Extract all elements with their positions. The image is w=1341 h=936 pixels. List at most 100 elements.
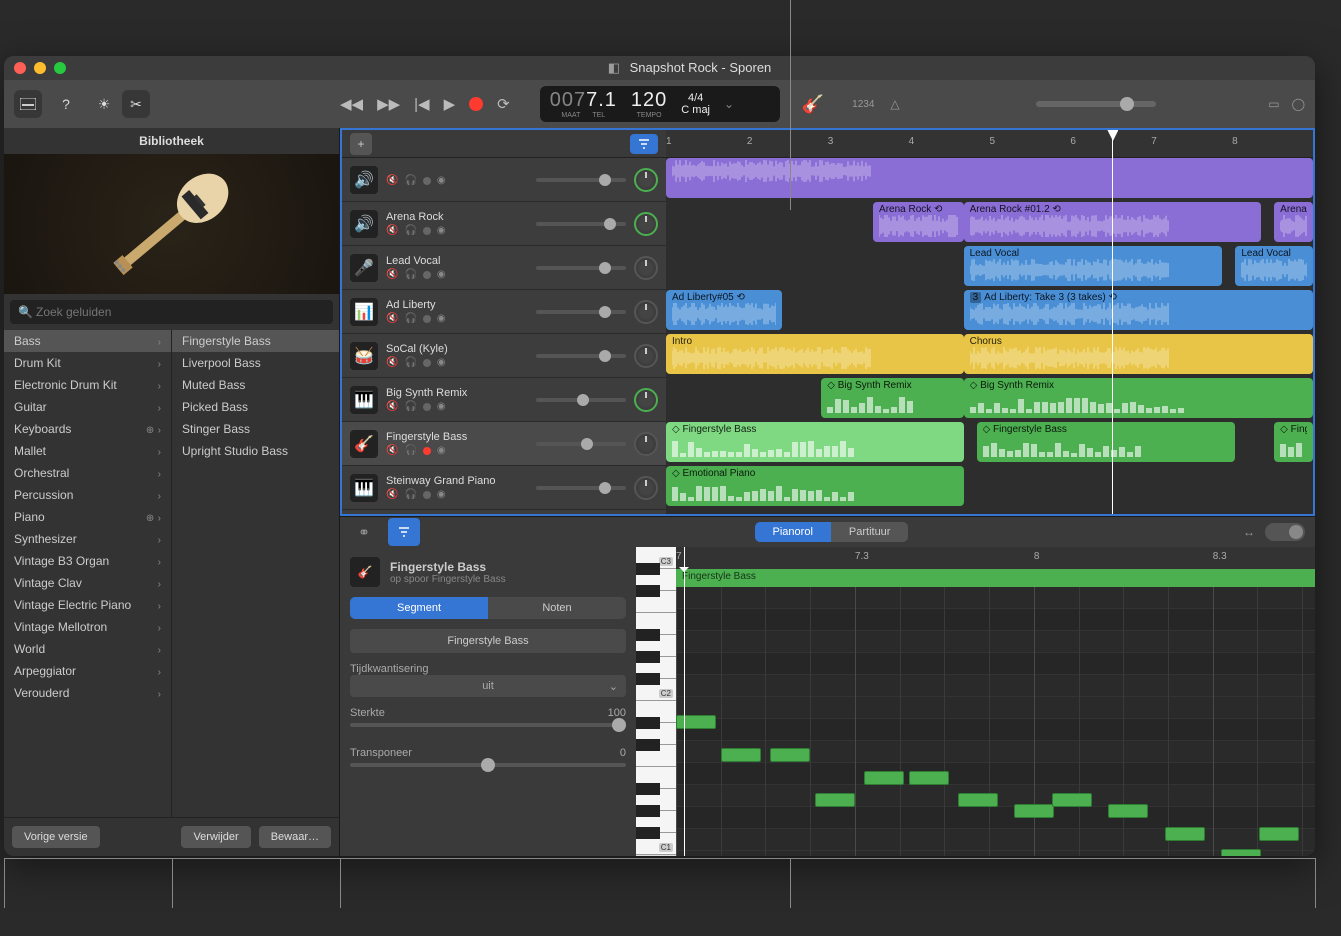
library-category-item[interactable]: Orchestral› [4, 462, 171, 484]
volume-slider[interactable] [536, 442, 626, 446]
region-header[interactable]: Fingerstyle Bass [676, 569, 1315, 587]
inspector-tab[interactable]: Segment [350, 597, 488, 619]
save-button[interactable]: Bewaar… [259, 826, 331, 848]
timeline-ruler[interactable]: 12345678 [666, 130, 1313, 158]
editors-button[interactable]: ✂ [122, 90, 150, 118]
library-category-item[interactable]: Vintage B3 Organ› [4, 550, 171, 572]
record-enable-button[interactable] [423, 271, 431, 279]
library-category-item[interactable]: Verouderd› [4, 682, 171, 704]
library-category-item[interactable]: Bass› [4, 330, 171, 352]
forward-button[interactable]: ▶▶ [377, 95, 400, 113]
solo-button[interactable]: 🎧 [404, 401, 416, 412]
region[interactable]: Ad Liberty#05 ⟲ [666, 290, 782, 330]
volume-slider[interactable] [536, 398, 626, 402]
mute-button[interactable]: 🔇 [386, 445, 398, 456]
record-enable-button[interactable] [423, 177, 431, 185]
pan-knob[interactable] [634, 344, 658, 368]
volume-slider[interactable] [536, 222, 626, 226]
input-monitor-button[interactable]: ◉ [437, 401, 446, 412]
library-patch-item[interactable]: Stinger Bass [172, 418, 339, 440]
region[interactable]: Lead Vocal [964, 246, 1223, 286]
library-category-item[interactable]: Keyboards⊕ › [4, 418, 171, 440]
record-enable-button[interactable] [423, 403, 431, 411]
midi-note[interactable] [770, 748, 810, 762]
solo-button[interactable]: 🎧 [404, 313, 416, 324]
filter-button[interactable] [630, 134, 658, 154]
pan-knob[interactable] [634, 300, 658, 324]
pan-knob[interactable] [634, 168, 658, 192]
track-header[interactable]: 🎸 Fingerstyle Bass 🔇 🎧 ◉ [342, 422, 666, 466]
library-patch-item[interactable]: Picked Bass [172, 396, 339, 418]
link-button[interactable]: ⚭ [350, 518, 378, 546]
horizontal-zoom-icon[interactable]: ↔ [1243, 525, 1255, 539]
loop-browser-button[interactable]: ◯ [1292, 97, 1305, 111]
solo-button[interactable]: 🎧 [404, 489, 416, 500]
library-patch-item[interactable]: Fingerstyle Bass [172, 330, 339, 352]
midi-note[interactable] [958, 793, 998, 807]
midi-note[interactable] [1014, 804, 1054, 818]
record-enable-button[interactable] [423, 491, 431, 499]
track-header[interactable]: 🥁 SoCal (Kyle) 🔇 🎧 ◉ [342, 334, 666, 378]
track-header[interactable]: 🎹 Big Synth Remix 🔇 🎧 ◉ [342, 378, 666, 422]
mute-button[interactable]: 🔇 [386, 357, 398, 368]
input-monitor-button[interactable]: ◉ [437, 313, 446, 324]
count-in-button[interactable]: 1234 [852, 99, 874, 110]
solo-button[interactable]: 🎧 [404, 357, 416, 368]
mute-button[interactable]: 🔇 [386, 489, 398, 500]
solo-button[interactable]: 🎧 [404, 445, 416, 456]
tuner-button[interactable]: 🎸 [802, 94, 824, 115]
library-patch-item[interactable]: Upright Studio Bass [172, 440, 339, 462]
zoom-toggle[interactable] [1265, 523, 1305, 541]
solo-button[interactable]: 🎧 [404, 175, 416, 186]
input-monitor-button[interactable]: ◉ [437, 269, 446, 280]
notepad-button[interactable]: ▭ [1268, 97, 1279, 111]
rewind-button[interactable]: ◀◀ [340, 95, 363, 113]
record-enable-button[interactable] [423, 359, 431, 367]
volume-slider[interactable] [536, 310, 626, 314]
strength-slider[interactable] [350, 723, 626, 727]
library-category-item[interactable]: Vintage Mellotron› [4, 616, 171, 638]
library-category-item[interactable]: Electronic Drum Kit› [4, 374, 171, 396]
pan-knob[interactable] [634, 256, 658, 280]
smart-controls-button[interactable]: ☀ [90, 90, 118, 118]
region[interactable]: Arena Rock ⟲ [873, 202, 964, 242]
pan-knob[interactable] [634, 388, 658, 412]
volume-slider[interactable] [536, 354, 626, 358]
region[interactable] [666, 158, 1313, 198]
volume-slider[interactable] [536, 178, 626, 182]
midi-note[interactable] [815, 793, 855, 807]
library-category-item[interactable]: World› [4, 638, 171, 660]
editor-playhead[interactable] [684, 547, 685, 856]
solo-button[interactable]: 🎧 [404, 269, 416, 280]
mute-button[interactable]: 🔇 [386, 225, 398, 236]
metronome-button[interactable]: △ [890, 97, 899, 111]
lcd-display[interactable]: 0077.1 MAATTEL 120 TEMPO 4/4 C maj ⌄ [540, 86, 780, 122]
region[interactable]: Chorus [964, 334, 1313, 374]
track-header[interactable]: 📊 Ad Liberty 🔇 🎧 ◉ [342, 290, 666, 334]
midi-note[interactable] [909, 771, 949, 785]
pan-knob[interactable] [634, 476, 658, 500]
stop-button[interactable]: |◀ [414, 95, 429, 113]
add-track-button[interactable]: + [350, 133, 372, 155]
input-monitor-button[interactable]: ◉ [437, 175, 446, 186]
region[interactable]: ◇ Fingerstyle Bass [666, 422, 964, 462]
midi-note[interactable] [721, 748, 761, 762]
midi-note[interactable] [1221, 849, 1261, 856]
minimize-button[interactable] [34, 62, 46, 74]
library-patch-item[interactable]: Liverpool Bass [172, 352, 339, 374]
region[interactable]: 3Ad Liberty: Take 3 (3 takes) ⟲ [964, 290, 1313, 330]
mute-button[interactable]: 🔇 [386, 175, 398, 186]
region[interactable]: ◇ Emotional Piano [666, 466, 964, 506]
quantize-select[interactable]: uit [350, 675, 626, 697]
region[interactable]: Lead Vocal [1235, 246, 1313, 286]
record-enable-button[interactable] [423, 315, 431, 323]
input-monitor-button[interactable]: ◉ [437, 225, 446, 236]
library-toggle-button[interactable] [14, 90, 42, 118]
close-button[interactable] [14, 62, 26, 74]
midi-note[interactable] [864, 771, 904, 785]
track-header[interactable]: 🔊 🔇 🎧 ◉ [342, 158, 666, 202]
library-category-item[interactable]: Arpeggiator› [4, 660, 171, 682]
volume-slider[interactable] [536, 266, 626, 270]
piano-roll-grid[interactable]: 77.388.3 Fingerstyle Bass [676, 547, 1315, 856]
midi-note[interactable] [1259, 827, 1299, 841]
